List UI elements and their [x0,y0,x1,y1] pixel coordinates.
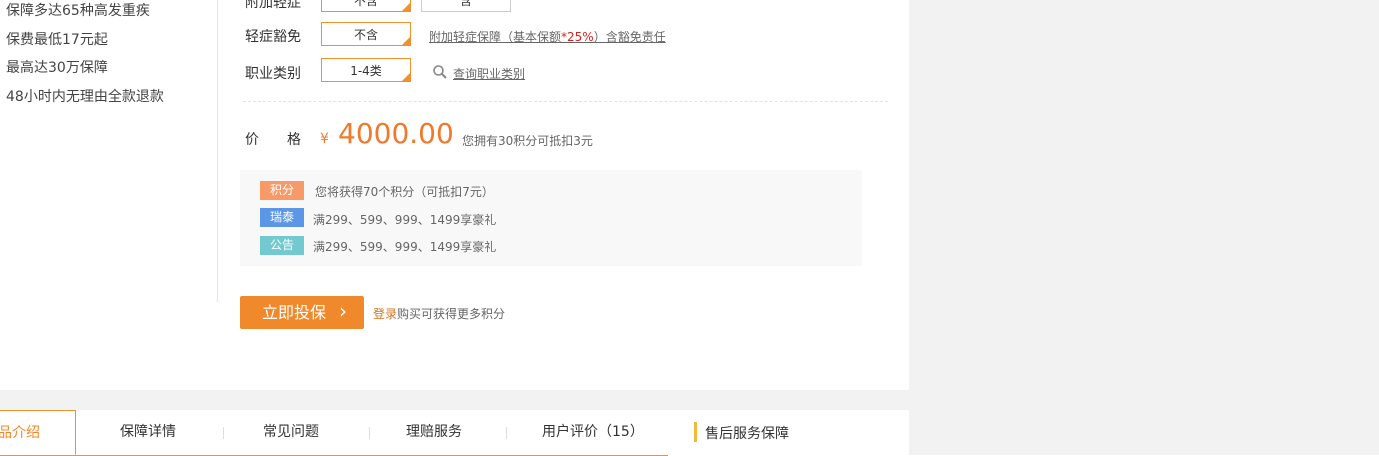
waiver-note-suffix: ）含豁免责任 [593,30,666,44]
tab-label: 品介绍 [0,425,40,441]
feature-item: 最高达30万保障 [6,60,108,76]
query-occupation-link[interactable]: 查询职业类别 [453,65,525,82]
option-waiver-select[interactable]: 不含 [321,22,411,46]
price-label: 价 格 [245,132,301,148]
waiver-note-text: 附加轻症保障（基本保额 [429,30,562,44]
tab-claims-service[interactable]: 理赔服务 [406,410,462,454]
search-icon[interactable] [432,64,448,80]
option-occupation-select[interactable]: 1-4类 [321,58,411,82]
promo-text: 满299、599、999、1499享豪礼 [313,240,497,254]
waiver-note-percent: *25% [561,30,594,44]
promo-text: 满299、599、999、1499享豪礼 [313,213,497,227]
after-sales-panel: 售后服务保障 [684,411,908,455]
promo-tag-notice: 公告 [260,236,304,255]
promo-tag-ruitai: 瑞泰 [260,208,304,227]
waiver-note-link[interactable]: 附加轻症保障（基本保额*25%）含豁免责任 [429,28,666,45]
divider [243,101,888,102]
tab-separator [369,427,370,439]
accent-bar [694,422,697,442]
tab-faq[interactable]: 常见问题 [263,410,319,454]
after-sales-title: 售后服务保障 [705,426,789,442]
login-hint: 登录购买可获得更多积分 [373,305,505,322]
detail-tabs: 品介绍 保障详情 常见问题 理赔服务 用户评价（15） [0,410,668,456]
feature-item: 48小时内无理由全款退款 [6,89,164,105]
feature-item: 保障多达65种高发重疾 [6,3,150,19]
login-hint-text: 购买可获得更多积分 [397,307,506,321]
feature-item: 保费最低17元起 [6,32,108,48]
right-blank-pane [909,0,1379,455]
tab-user-reviews[interactable]: 用户评价（15） [542,410,644,454]
currency-symbol: ¥ [320,131,329,147]
tab-separator [506,427,507,439]
tab-separator [223,427,224,439]
section-gap [0,390,909,410]
login-link[interactable]: 登录 [373,307,397,321]
column-divider [217,0,218,302]
option-rider-included[interactable]: 含 [421,0,511,12]
option-label-waiver: 轻症豁免 [245,29,301,45]
tab-coverage-details[interactable]: 保障详情 [120,410,176,454]
buy-button-label: 立即投保 [262,303,327,322]
option-rider-excluded[interactable]: 不含 [321,0,411,12]
tab-product-intro[interactable]: 品介绍 [0,410,76,455]
promo-tag-points: 积分 [260,181,304,200]
promo-text: 您将获得70个积分（可抵扣7元） [315,185,494,199]
chevron-right-icon: › [339,299,347,323]
price-amount: 4000.00 [338,117,454,150]
buy-now-button[interactable]: 立即投保 › [240,296,364,329]
points-deduction-note: 您拥有30积分可抵扣3元 [462,134,593,148]
option-label-occupation: 职业类别 [245,66,301,82]
option-label-rider: 附加轻症 [245,0,301,11]
